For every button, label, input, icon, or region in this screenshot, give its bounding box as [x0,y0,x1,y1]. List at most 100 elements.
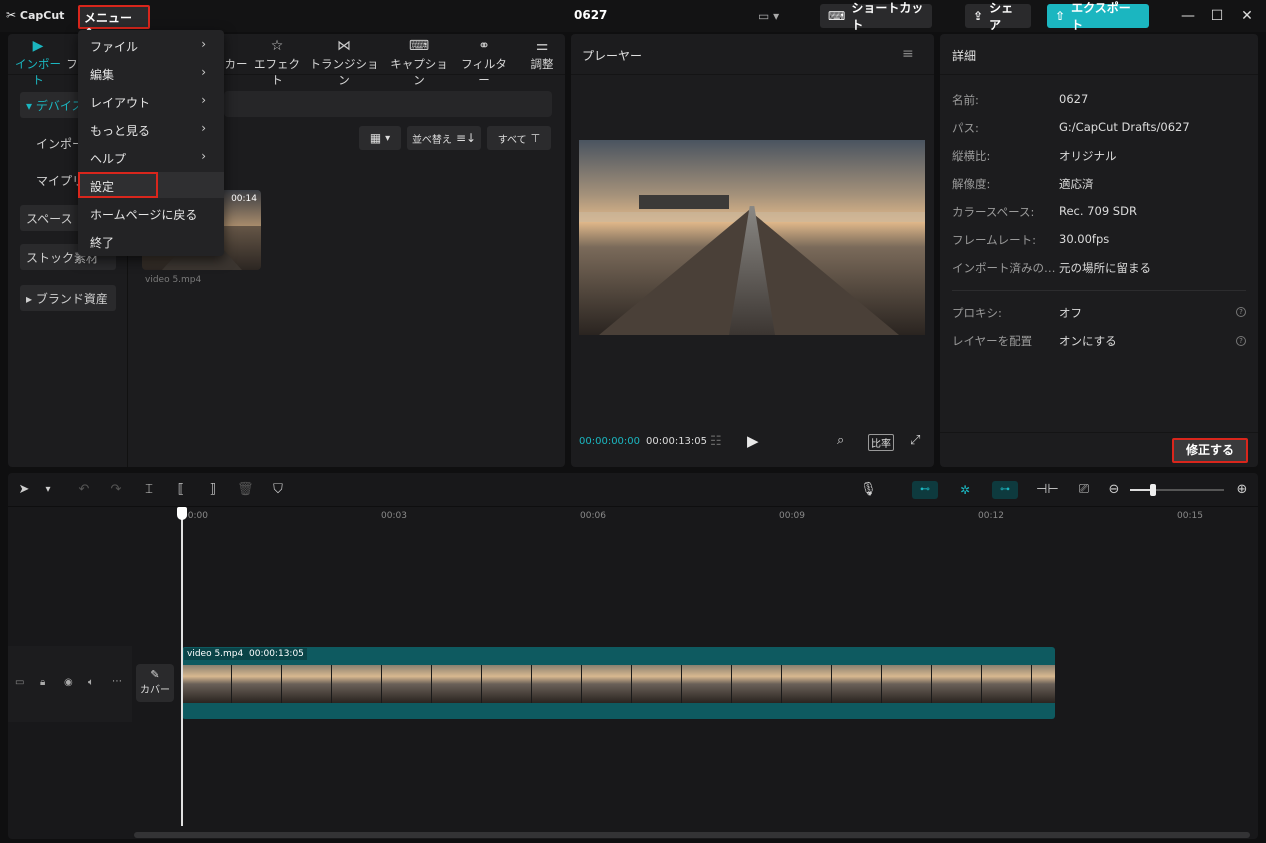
timeline-grid-icon[interactable]: ☷ [710,434,722,449]
zoom-fit-icon[interactable]: ⌕ [837,433,844,448]
undo-icon[interactable]: ↶ [76,482,92,498]
filmstrip-frame [432,665,482,703]
help-icon[interactable]: ? [1236,336,1246,346]
sort-icon: ≡↓ [455,131,477,145]
menu-item-edit[interactable]: 編集 › [78,60,224,86]
help-icon[interactable]: ? [1236,307,1246,317]
play-icon[interactable]: ▶ [747,432,759,450]
filmstrip-frame [282,665,332,703]
ratio-button[interactable]: 比率 [868,434,894,451]
shield-icon[interactable]: ⛉ [270,482,286,498]
filmstrip-frame [682,665,732,703]
trim-right-icon[interactable]: ⟧ [205,482,221,498]
minimize-icon[interactable]: — [1178,6,1198,26]
layout-icon[interactable]: ▭ ▾ [758,9,788,23]
chevron-down-icon: ▾ [385,132,391,144]
filmstrip-frames [182,665,1055,703]
tab-sticker-partial[interactable]: カー [224,56,248,72]
chevron-down-icon[interactable]: ▾ [40,482,56,498]
filmstrip-frame [632,665,682,703]
filter-funnel-icon: ⊤ [530,131,541,145]
select-cursor-icon[interactable]: ➤ [16,482,32,498]
player-title: プレーヤー [582,49,643,63]
sort-button[interactable]: 並べ替え ≡↓ [407,126,481,150]
tab-transition[interactable]: ⋈ トランジション [308,38,380,88]
tab-effects[interactable]: ☆ エフェクト [252,38,302,88]
zoom-slider[interactable] [1130,484,1224,496]
tab-audio-partial[interactable]: フ [66,56,78,72]
ruler-label: 00:03 [381,511,407,521]
tab-caption[interactable]: ⌨ キャプション [386,38,452,88]
auto-snap-icon[interactable]: ✲ [953,481,977,499]
timeline-ruler[interactable] [182,507,1252,523]
player-total-time: 00:00:13:05 [646,436,708,447]
main-track-magnet-icon[interactable]: ⊷ [912,481,938,499]
menu-button[interactable]: メニュー ^ [78,5,150,40]
zoom-out-icon[interactable]: ⊖ [1106,482,1122,498]
chevron-right-icon: › [201,121,206,135]
view-mode-button[interactable]: ▦ ▾ [359,126,401,150]
share-icon: ⇪ [973,9,984,23]
timeline-clip[interactable]: video 5.mp4 00:00:13:05 [182,647,1055,719]
share-button[interactable]: ⇪ シェア [965,1,1031,32]
menu-item-layout[interactable]: レイアウト › [78,88,224,114]
menu-item-settings[interactable]: 設定 [78,172,158,198]
redo-icon[interactable]: ↷ [108,482,124,498]
ruler-label: 00:15 [1177,511,1203,521]
more-icon[interactable]: ⋯ [112,676,122,687]
player-divider [571,74,934,75]
tab-adjust[interactable]: ⚌ 調整 [526,38,558,72]
volume-icon[interactable]: 🔈︎ [88,677,94,688]
microphone-icon[interactable]: 🎙 [860,482,877,498]
lock-icon[interactable]: 🔒︎ [40,677,45,688]
cover-button[interactable]: ✎ カバー [136,664,174,702]
chevron-right-icon: › [201,65,206,79]
details-row-resolution: 解像度: 適応済 [952,177,1094,191]
split-icon[interactable]: ⌶ [141,482,157,498]
search-input[interactable] [224,91,552,117]
playhead-handle[interactable] [177,507,187,520]
trim-left-icon[interactable]: ⟦ [173,482,189,498]
filter-button[interactable]: すべて ⊤ [487,126,551,150]
linkage-icon[interactable]: ⊶ [992,481,1018,499]
details-row-path: パス: G:/CapCut Drafts/0627 [952,120,1190,135]
eye-icon[interactable]: ◉ [64,677,73,688]
tab-filter[interactable]: ⚭ フィルター [456,38,512,88]
details-row-layer: レイヤーを配置 オンにする [952,334,1117,348]
modify-button[interactable]: 修正する [1172,438,1248,463]
menu-item-file[interactable]: ファイル › [78,32,224,58]
transition-icon: ⋈ [337,38,351,54]
fullscreen-icon[interactable]: ⤢ [910,433,920,448]
preview-axis-icon[interactable]: ⎚ [1076,482,1092,498]
export-icon: ⇧ [1055,9,1066,23]
ruler-label: 00:09 [779,511,805,521]
thumbnail-duration: 00:14 [231,194,257,204]
player-menu-icon[interactable]: ≡ [902,46,914,62]
sidebar-item-brand[interactable]: ▸ ブランド資産 [20,285,116,311]
filmstrip-frame [932,665,982,703]
clip-name: video 5.mp4 [184,648,247,660]
details-row-proxy: プロキシ: オフ [952,306,1082,320]
menu-item-home[interactable]: ホームページに戻る [78,200,224,226]
chevron-right-icon: › [201,37,206,51]
maximize-icon[interactable]: ☐ [1207,6,1227,26]
filmstrip-frame [482,665,532,703]
ruler-label: 00:06 [580,511,606,521]
menu-item-more[interactable]: もっと見る › [78,116,224,142]
zoom-slider-handle[interactable] [1150,484,1156,496]
playhead[interactable] [181,508,183,826]
zoom-in-icon[interactable]: ⊕ [1234,482,1250,498]
close-icon[interactable]: ✕ [1237,6,1257,26]
tab-import[interactable]: ▶ インポート [12,38,64,88]
details-row-framerate: フレームレート: 30.00fps [952,232,1110,247]
menu-item-exit[interactable]: 終了 [78,228,224,254]
app-logo: ✂ CapCut [6,8,65,22]
delete-icon[interactable]: 🗑 [237,482,254,498]
menu-item-help[interactable]: ヘルプ › [78,144,224,170]
shortcut-button[interactable]: ⌨ ショートカット [820,1,932,32]
video-preview[interactable] [579,140,925,335]
align-icon[interactable]: ⊣⊢ [1036,482,1059,498]
export-button[interactable]: ⇧ エクスポート [1047,1,1149,32]
details-row-aspect: 縦横比: オリジナル [952,149,1117,163]
timeline-scrollbar[interactable] [134,832,1250,838]
